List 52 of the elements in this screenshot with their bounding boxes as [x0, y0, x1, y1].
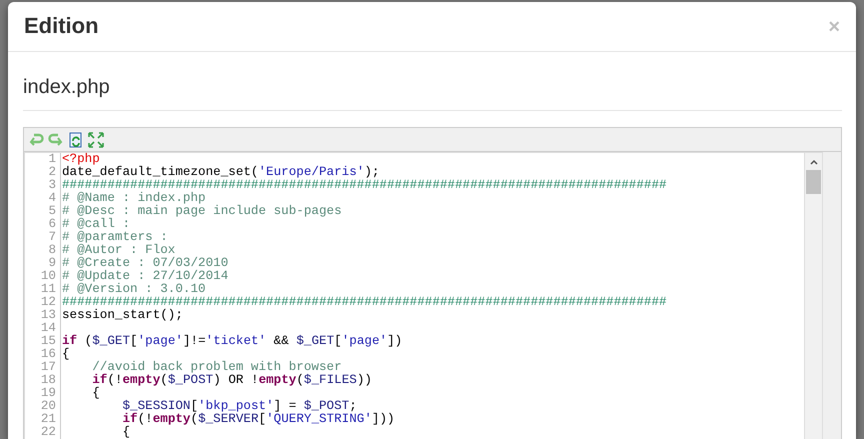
scrollbar[interactable]	[804, 153, 822, 439]
code-line: # @Update : 27/10/2014	[62, 269, 228, 283]
scrollbar-thumb[interactable]	[806, 170, 821, 194]
code-line: date_default_timezone_set('Europe/Paris');	[62, 165, 380, 179]
line-number: 19	[40, 387, 57, 400]
document-refresh-icon[interactable]	[68, 132, 84, 148]
code-line: //avoid back problem with browser	[91, 360, 342, 374]
line-number: 6	[47, 218, 57, 231]
code-line: {	[62, 347, 70, 361]
line-number: 17	[40, 361, 57, 374]
code-line: # @Desc : main page include sub-pages	[62, 204, 342, 218]
code-line: ################################################################################	[62, 295, 667, 309]
line-number: 16	[40, 348, 57, 361]
line-number: 8	[47, 244, 57, 257]
line-number: 21	[40, 413, 57, 426]
code-line: {	[91, 386, 100, 400]
code-line: # @Create : 07/03/2010	[62, 256, 228, 270]
line-number: 3	[47, 179, 57, 192]
line-number: 15	[40, 335, 57, 348]
code-line: $_SESSION['bkp_post'] = $_POST;	[121, 399, 357, 413]
scroll-up-icon[interactable]	[808, 158, 818, 166]
line-number: 11	[40, 283, 57, 296]
fullscreen-icon[interactable]	[88, 132, 104, 148]
code-line: # @Name : index.php	[62, 191, 206, 205]
line-number: 5	[47, 205, 57, 218]
line-number: 10	[40, 270, 57, 283]
line-number: 22	[40, 426, 57, 439]
line-number: 20	[40, 400, 57, 413]
line-number: 7	[47, 231, 57, 244]
code-line: <?php	[62, 152, 100, 166]
code-line: ################################################################################	[62, 178, 667, 192]
dialog-title: Edition	[24, 13, 99, 40]
line-number: 13	[40, 309, 57, 322]
close-button[interactable]: ×	[828, 16, 840, 36]
code-line: # @Version : 3.0.10	[62, 282, 206, 296]
code-line: # @call :	[62, 217, 130, 231]
line-number: 9	[47, 257, 57, 270]
code-line: # @paramters :	[62, 230, 168, 244]
line-number: 2	[47, 166, 57, 179]
code-line: {	[121, 425, 130, 439]
code-line: # @Autor : Flox	[62, 243, 176, 257]
file-name: index.php	[23, 72, 842, 111]
line-number: 12	[40, 296, 57, 309]
code-line: session_start();	[62, 308, 183, 322]
code-line: if(!empty($_SERVER['QUERY_STRING']))	[121, 412, 395, 426]
line-number: 4	[47, 192, 57, 205]
undo-icon[interactable]	[28, 132, 44, 148]
code-line: if(!empty($_POST) OR !empty($_FILES))	[91, 373, 372, 387]
line-number: 14	[40, 322, 57, 335]
line-number: 18	[40, 374, 57, 387]
line-number: 1	[47, 153, 57, 166]
code-line: if ($_GET['page']!='ticket' && $_GET['page'])	[62, 334, 402, 348]
